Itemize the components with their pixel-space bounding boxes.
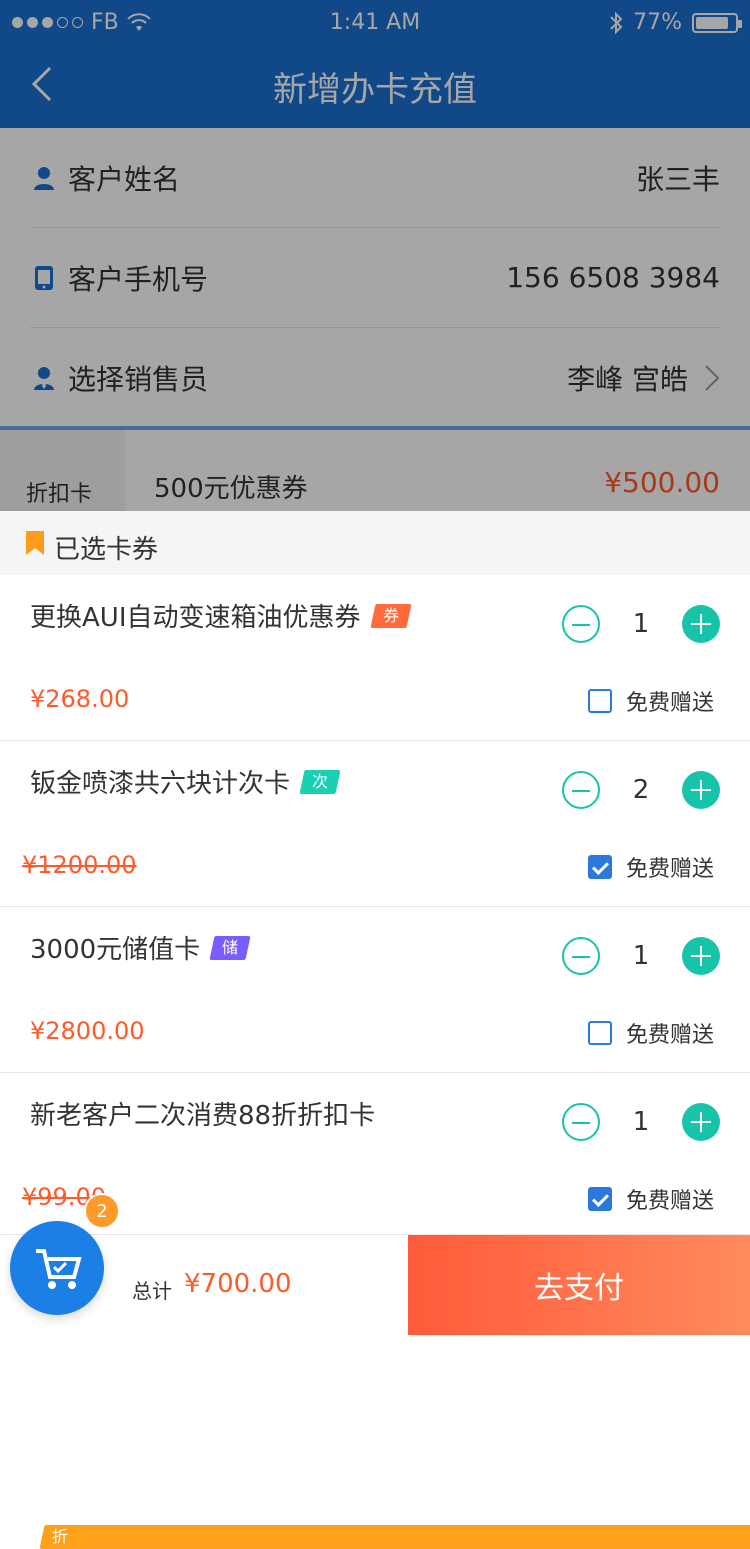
count-tag: 次 (299, 769, 341, 794)
list-item: 3000元储值卡 储 1 ¥2800.00 免费赠送 (0, 907, 750, 1073)
minus-button[interactable] (562, 937, 600, 975)
item-name-line: 钣金喷漆共六块计次卡 次 (30, 763, 341, 800)
dim-overlay[interactable] (0, 0, 750, 511)
quantity-value: 1 (632, 941, 650, 971)
free-gift-label: 免费赠送 (625, 1023, 714, 1048)
minus-button[interactable] (562, 605, 600, 643)
cart-button[interactable]: 2 (10, 1193, 120, 1315)
quantity-stepper: 1 (562, 605, 720, 643)
item-price: ¥2800.00 (30, 1017, 145, 1045)
cart-count-badge: 2 (84, 1193, 120, 1229)
quantity-stepper: 2 (562, 771, 720, 809)
sheet-header: 已选卡券 (0, 511, 750, 575)
free-gift-checkbox[interactable] (587, 1021, 612, 1045)
list-item: 更换AUI自动变速箱油优惠券 券 1 ¥268.00 免费赠送 (0, 575, 750, 741)
list-item: 钣金喷漆共六块计次卡 次 2 ¥1200.00 免费赠送 (0, 741, 750, 907)
plus-button[interactable] (682, 605, 720, 643)
quantity-stepper: 1 (562, 1103, 720, 1141)
total-label: 总计 (132, 1279, 172, 1303)
minus-button[interactable] (562, 1103, 600, 1141)
plus-button[interactable] (682, 771, 720, 809)
quantity-value: 2 (632, 775, 650, 805)
free-gift-checkbox[interactable] (587, 855, 612, 879)
plus-button[interactable] (682, 1103, 720, 1141)
plus-button[interactable] (682, 937, 720, 975)
quantity-stepper: 1 (562, 937, 720, 975)
item-name: 钣金喷漆共六块计次卡 (30, 769, 291, 799)
free-gift-option[interactable]: 免费赠送 (587, 851, 714, 883)
discount-tag: 折 (39, 1525, 750, 1549)
stored-value-tag: 储 (209, 935, 251, 960)
coupon-tag: 券 (369, 603, 412, 628)
free-gift-label: 免费赠送 (625, 857, 714, 882)
item-name: 更换AUI自动变速箱油优惠券 (30, 603, 361, 633)
free-gift-option[interactable]: 免费赠送 (587, 1183, 714, 1215)
checkout-bar: 2 总计 ¥700.00 去支付 (0, 1193, 750, 1335)
item-name-line: 更换AUI自动变速箱油优惠券 券 (30, 597, 412, 634)
free-gift-label: 免费赠送 (625, 691, 714, 716)
item-name-line: 3000元储值卡 储 (30, 929, 251, 966)
sheet-title: 已选卡券 (54, 535, 159, 565)
item-price-struck: ¥1200.00 (22, 851, 137, 879)
item-name: 新老客户二次消费88折折扣卡 (30, 1101, 376, 1131)
quantity-value: 1 (632, 609, 650, 639)
item-name: 3000元储值卡 (30, 935, 201, 965)
free-gift-option[interactable]: 免费赠送 (587, 1017, 714, 1049)
free-gift-checkbox[interactable] (587, 1187, 612, 1211)
cart-icon (36, 1249, 82, 1289)
minus-button[interactable] (562, 771, 600, 809)
item-price: ¥268.00 (30, 685, 130, 713)
pay-button[interactable]: 去支付 (408, 1235, 750, 1335)
free-gift-checkbox[interactable] (587, 689, 612, 713)
quantity-value: 1 (632, 1107, 650, 1137)
free-gift-label: 免费赠送 (625, 1189, 714, 1214)
total-value: ¥700.00 (184, 1269, 292, 1299)
bookmark-icon (26, 531, 44, 555)
free-gift-option[interactable]: 免费赠送 (587, 685, 714, 717)
item-name-line: 新老客户二次消费88折折扣卡 折 (30, 1095, 750, 1549)
